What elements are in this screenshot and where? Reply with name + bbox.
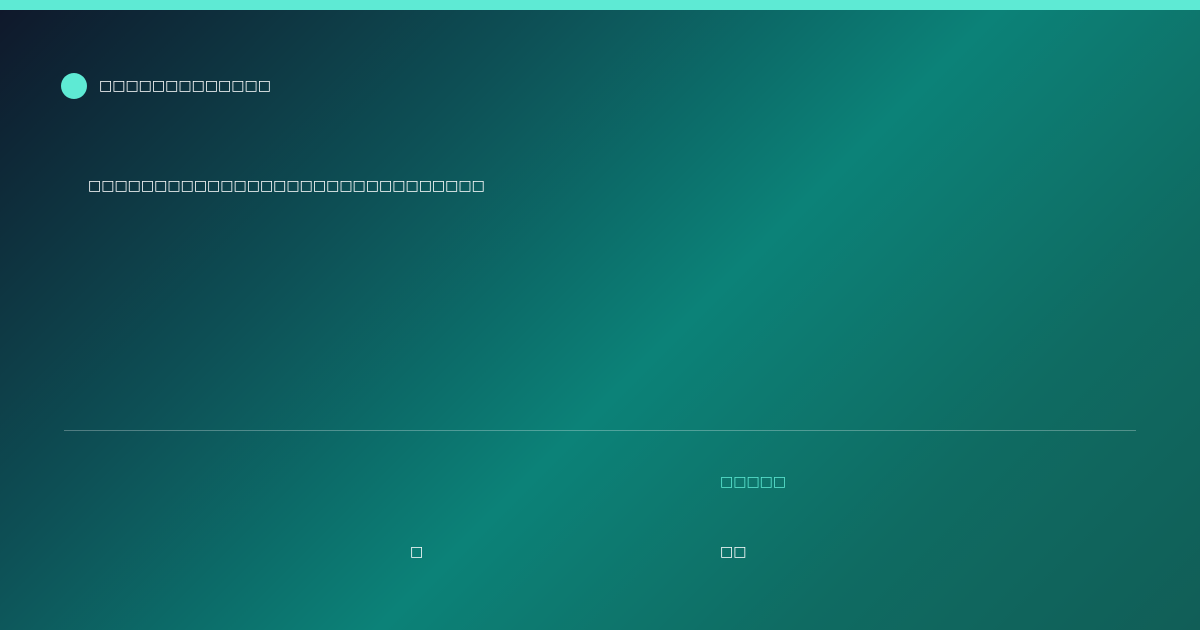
brand-name: □□□□□□□□□□□□□	[99, 78, 271, 94]
footer-right-label: □□□□□	[720, 474, 787, 490]
footer-left-value: □	[410, 544, 424, 560]
page-title: □□□□□□□□□□□□□□□□□□□□□□□□□□□□□□	[88, 178, 485, 194]
footer-right-value: □□	[720, 544, 747, 560]
divider	[64, 430, 1136, 431]
top-accent-bar	[0, 0, 1200, 10]
circle-logo-icon	[61, 73, 87, 99]
brand-header: □□□□□□□□□□□□□	[61, 73, 271, 99]
share-card: □□□□□□□□□□□□□ □□□□□□□□□□□□□□□□□□□□□□□□□□…	[0, 0, 1200, 630]
